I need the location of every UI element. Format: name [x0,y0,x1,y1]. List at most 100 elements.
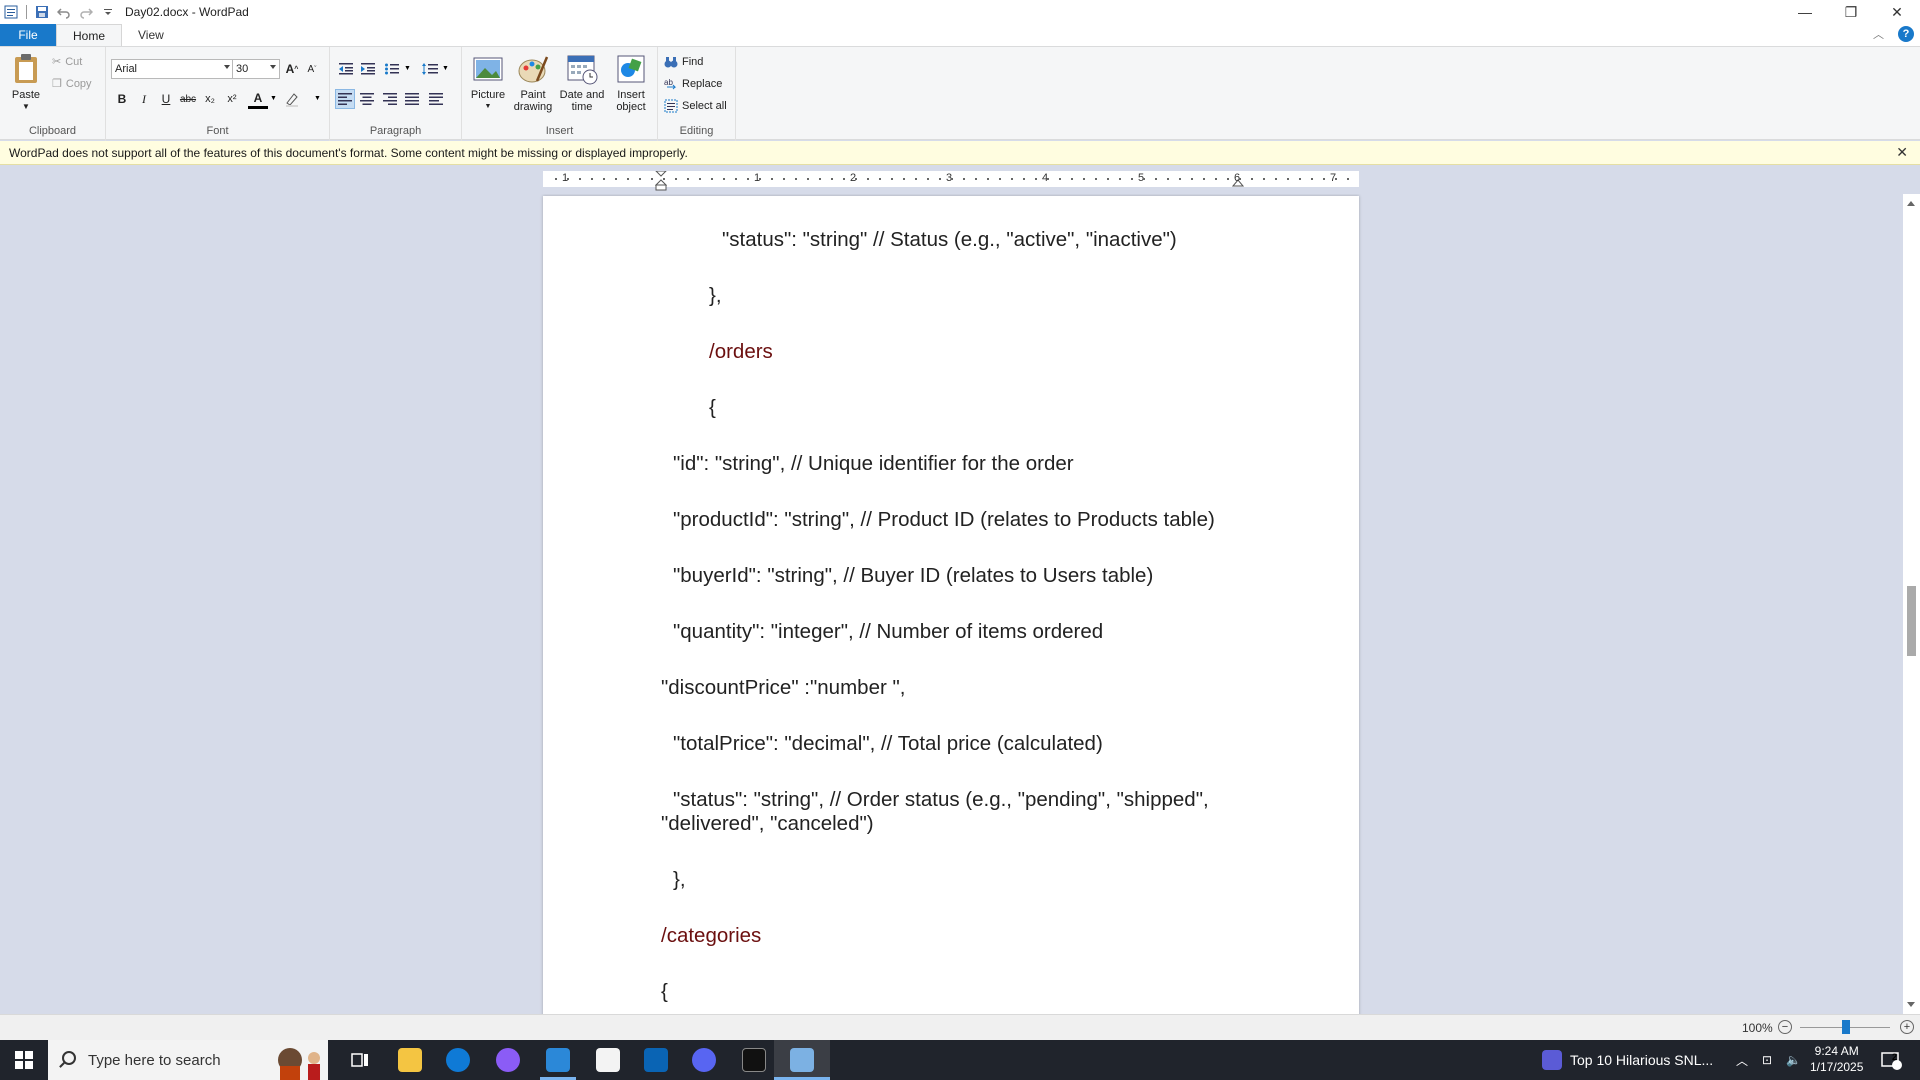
paste-button[interactable]: Paste ▼ [10,53,42,113]
edge-browser-icon[interactable] [446,1048,470,1072]
volume-icon[interactable]: 🔈 [1786,1053,1801,1067]
redo-icon[interactable] [77,3,95,21]
align-center-button[interactable] [357,89,377,109]
text-color-dropdown-icon[interactable]: ▼ [270,95,277,102]
find-button[interactable]: Find [664,55,703,69]
copy-label: Copy [65,77,92,90]
vertical-scrollbar[interactable] [1903,194,1920,1014]
ruler-tick [1335,178,1337,180]
outlook-icon[interactable] [644,1048,668,1072]
save-icon[interactable] [33,3,51,21]
scroll-down-icon[interactable] [1907,1002,1915,1007]
ruler-tick [987,178,989,180]
text-color-button[interactable]: A [248,89,268,109]
clock-time: 9:24 AM [1814,1044,1859,1058]
vscode-icon[interactable] [546,1048,570,1072]
paint-drawing-button[interactable]: Paint drawing [512,53,554,113]
clipboard-group: Paste ▼ ✂ Cut ❐ Copy Clipboard [0,47,106,141]
scroll-up-icon[interactable] [1907,201,1915,206]
windows-logo-icon [15,1051,33,1069]
replace-label: Replace [682,78,723,90]
document-page[interactable]: "status": "string" // Status (e.g., "act… [543,196,1359,1014]
doc-line: "productId": "string", // Product ID (re… [673,508,1215,531]
select-all-button[interactable]: Select all [664,99,727,113]
line-spacing-icon [422,63,438,75]
restore-button[interactable]: ❐ [1828,0,1874,24]
find-label: Find [682,56,704,68]
italic-button[interactable]: I [134,89,154,109]
picture-button[interactable]: Picture ▼ [468,53,508,113]
scroll-thumb[interactable] [1907,586,1916,656]
increase-indent-button[interactable] [358,59,378,79]
close-button[interactable]: ✕ [1874,0,1920,24]
zoom-in-button[interactable]: + [1900,1020,1914,1034]
ruler-tick [1071,178,1073,180]
ruler-tick [975,178,977,180]
taskbar-search-box[interactable]: Type here to search [48,1040,328,1080]
start-button[interactable] [0,1040,48,1080]
tab-file[interactable]: File [0,24,56,46]
terminal-icon[interactable] [742,1048,766,1072]
doc-line: { [709,396,716,419]
minimize-button[interactable]: — [1782,0,1828,24]
paste-dropdown-icon[interactable]: ▼ [22,101,30,113]
ruler-tick [951,178,953,180]
customize-qat-icon[interactable] [99,3,117,21]
paragraph-settings-button[interactable] [426,89,446,109]
doc-line: { [661,980,668,1003]
file-explorer-icon[interactable] [398,1048,422,1072]
news-widget[interactable]: Top 10 Hilarious SNL... [1542,1040,1713,1080]
picture-dropdown-icon[interactable]: ▼ [485,101,492,113]
ruler-tick [1311,178,1313,180]
date-time-button[interactable]: Date and time [556,53,608,113]
close-warning-button[interactable]: ✕ [1896,144,1908,161]
replace-button[interactable]: ab Replace [664,77,722,91]
doc-line: "discountPrice" :"number ", [661,676,906,699]
task-view-icon[interactable] [348,1048,372,1072]
paste-label: Paste [11,89,41,101]
grow-font-button[interactable]: A ^ [282,59,302,79]
list-button[interactable] [382,59,402,79]
undo-icon[interactable] [55,3,73,21]
help-icon[interactable]: ? [1898,26,1914,42]
list-dropdown-icon[interactable]: ▼ [404,65,411,72]
minimize-ribbon-icon[interactable]: ︿ [1873,26,1884,42]
tab-home[interactable]: Home [56,24,123,46]
line-spacing-dropdown-icon[interactable]: ▼ [442,65,449,72]
chevron-up-icon[interactable]: ︿ [1736,1052,1748,1069]
subscript-button[interactable]: x₂ [200,89,220,109]
align-right-button[interactable] [380,89,400,109]
tab-view[interactable]: View [122,24,180,46]
underline-button[interactable]: U [156,89,176,109]
zoom-out-button[interactable]: − [1778,1020,1792,1034]
date-time-label-2: time [571,101,593,113]
document-area: "status": "string" // Status (e.g., "act… [0,194,1903,1014]
wordpad-app-icon[interactable] [2,3,20,21]
zoom-slider-thumb[interactable] [1842,1020,1850,1034]
superscript-button[interactable]: x² [222,89,242,109]
decrease-indent-button[interactable] [336,59,356,79]
align-left-button[interactable] [335,89,355,109]
cut-button[interactable]: ✂ Cut [52,55,82,69]
ruler[interactable]: 11234567 [543,171,1359,191]
insert-object-button[interactable]: Insert object [610,53,652,113]
line-spacing-button[interactable] [420,59,440,79]
bullet-list-icon [385,63,399,75]
paint-palette-icon [518,56,549,83]
bold-button[interactable]: B [112,89,132,109]
notification-center-button[interactable]: 2 [1880,1040,1902,1080]
indent-marker-icon[interactable] [655,171,667,191]
shrink-font-button[interactable]: Aˇ [302,59,322,79]
justify-button[interactable] [402,89,422,109]
copilot-icon[interactable] [496,1048,520,1072]
highlight-button[interactable] [282,89,302,109]
highlight-dropdown-icon[interactable]: ▼ [314,95,321,102]
network-icon[interactable]: ⊡ [1762,1053,1772,1067]
strikethrough-button[interactable]: abc [178,89,198,109]
font-size-select[interactable]: 30 [232,59,280,79]
clock[interactable]: 9:24 AM 1/17/2025 [1810,1043,1863,1075]
discord-icon[interactable] [692,1048,716,1072]
copy-button[interactable]: ❐ Copy [52,77,92,91]
notepad-icon[interactable] [596,1048,620,1072]
font-family-select[interactable]: Arial [111,59,234,79]
